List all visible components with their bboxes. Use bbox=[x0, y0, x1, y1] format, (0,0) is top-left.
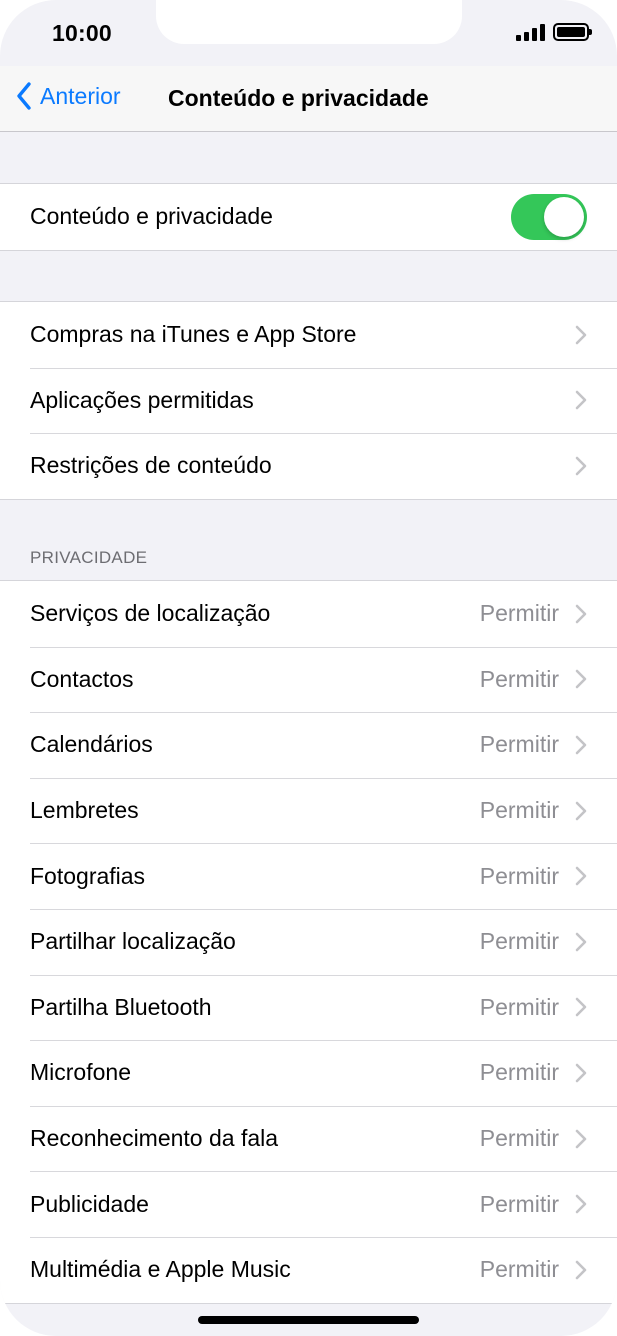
chevron-right-icon bbox=[575, 735, 587, 755]
master-toggle-group: Conteúdo e privacidade bbox=[0, 183, 617, 251]
list-item[interactable]: Compras na iTunes e App Store bbox=[0, 302, 617, 368]
chevron-right-icon bbox=[575, 1194, 587, 1214]
chevron-right-icon bbox=[575, 456, 587, 476]
list-item[interactable]: Microfone Permitir bbox=[0, 1040, 617, 1106]
battery-icon bbox=[553, 23, 592, 41]
status-icons bbox=[516, 23, 592, 41]
list-item-label: Restrições de conteúdo bbox=[30, 452, 272, 479]
chevron-right-icon bbox=[575, 1063, 587, 1083]
list-item-label: Partilhar localização bbox=[30, 928, 236, 955]
content-privacy-switch[interactable] bbox=[511, 193, 587, 240]
list-item[interactable]: Reconhecimento da fala Permitir bbox=[0, 1105, 617, 1172]
page-title: Conteúdo e privacidade bbox=[168, 85, 429, 111]
status-time: 10:00 bbox=[52, 20, 112, 46]
chevron-right-icon bbox=[575, 325, 587, 345]
list-item-label: Multimédia e Apple Music bbox=[30, 1256, 291, 1283]
chevron-right-icon bbox=[575, 1129, 587, 1148]
status-bar: 10:00 bbox=[0, 0, 617, 66]
list-item-value: Permitir bbox=[479, 1125, 559, 1152]
list-item[interactable]: Aplicações permitidas bbox=[0, 367, 617, 434]
chevron-right-icon bbox=[575, 998, 587, 1017]
list-item[interactable]: Partilhar localização Permitir bbox=[0, 908, 617, 975]
list-item-value: Permitir bbox=[479, 928, 559, 955]
list-item[interactable]: Lembretes Permitir bbox=[0, 777, 617, 844]
list-item[interactable]: Calendários Permitir bbox=[0, 712, 617, 778]
list-item-value: Permitir bbox=[479, 1059, 559, 1086]
list-item[interactable]: Restrições de conteúdo bbox=[0, 433, 617, 499]
list-item-value: Permitir bbox=[479, 797, 559, 824]
phone-screen: 10:00 Anterior Conteúdo e privacidade Co… bbox=[0, 0, 617, 1336]
back-chevron-icon bbox=[17, 82, 31, 110]
chevron-right-icon bbox=[575, 391, 587, 410]
list-item-label: Lembretes bbox=[30, 797, 139, 824]
privacy-section-header: PRIVACIDADE bbox=[30, 548, 148, 567]
chevron-right-icon bbox=[575, 801, 587, 820]
list-item-value: Permitir bbox=[479, 1256, 559, 1283]
back-label: Anterior bbox=[40, 82, 121, 109]
chevron-right-icon bbox=[575, 604, 587, 624]
list-item[interactable]: Partilha Bluetooth Permitir bbox=[0, 974, 617, 1041]
list-item[interactable]: Multimédia e Apple Music Permitir bbox=[0, 1236, 617, 1303]
chevron-right-icon bbox=[575, 866, 587, 886]
list-item-value: Permitir bbox=[479, 862, 559, 889]
navigation-bar: Anterior Conteúdo e privacidade bbox=[0, 66, 617, 132]
chevron-right-icon bbox=[575, 1260, 587, 1280]
restrictions-group: Compras na iTunes e App Store Aplicações … bbox=[0, 301, 617, 500]
chevron-right-icon bbox=[575, 670, 587, 689]
list-item-value: Permitir bbox=[479, 731, 559, 758]
content-privacy-toggle-row: Conteúdo e privacidade bbox=[0, 184, 617, 250]
list-item[interactable]: Fotografias Permitir bbox=[0, 843, 617, 909]
list-item[interactable]: Contactos Permitir bbox=[0, 646, 617, 713]
list-item[interactable]: Serviços de localização Permitir bbox=[0, 581, 617, 647]
list-item-value: Permitir bbox=[479, 993, 559, 1020]
toggle-label: Conteúdo e privacidade bbox=[30, 203, 273, 230]
signal-icon bbox=[516, 23, 545, 41]
list-item[interactable]: Publicidade Permitir bbox=[0, 1171, 617, 1237]
list-item-label: Microfone bbox=[30, 1059, 131, 1086]
back-button[interactable]: Anterior bbox=[16, 82, 121, 110]
list-item-label: Fotografias bbox=[30, 862, 146, 889]
list-item-value: Permitir bbox=[479, 600, 559, 627]
list-item-label: Aplicações permitidas bbox=[30, 386, 254, 413]
list-item-label: Contactos bbox=[30, 665, 134, 692]
list-item-label: Serviços de localização bbox=[30, 600, 271, 627]
privacy-group: Serviços de localização Permitir Contactos… bbox=[0, 580, 617, 1304]
list-item-value: Permitir bbox=[479, 1190, 559, 1217]
list-item-label: Publicidade bbox=[30, 1190, 149, 1217]
list-item-label: Partilha Bluetooth bbox=[30, 993, 212, 1020]
list-item-label: Calendários bbox=[30, 731, 153, 758]
list-item-label: Reconhecimento da fala bbox=[30, 1125, 279, 1152]
list-item-value: Permitir bbox=[479, 665, 559, 692]
home-indicator bbox=[198, 1316, 419, 1324]
chevron-right-icon bbox=[575, 932, 587, 952]
list-item-label: Compras na iTunes e App Store bbox=[30, 321, 357, 348]
